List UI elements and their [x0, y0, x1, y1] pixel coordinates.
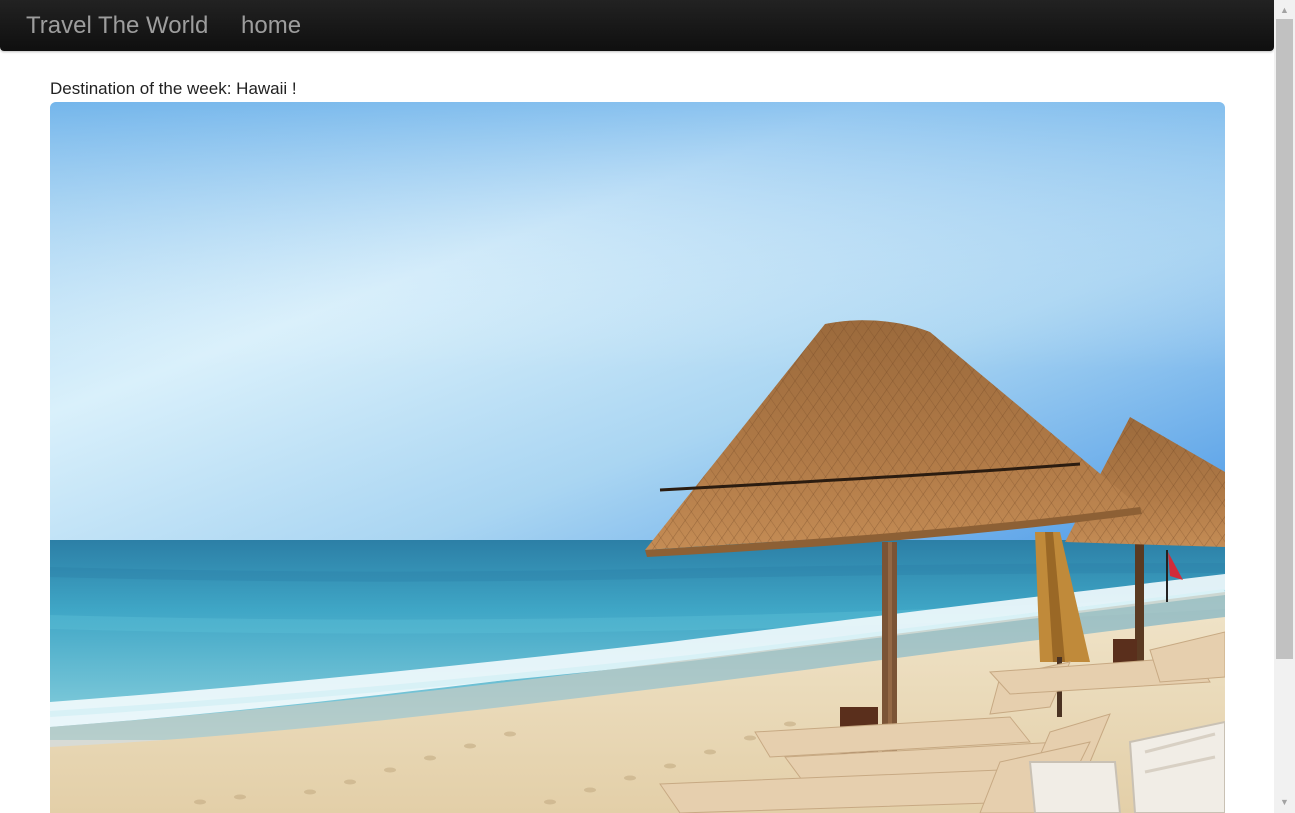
beach-photo-icon [50, 102, 1225, 813]
scroll-down-arrow-icon[interactable]: ▼ [1274, 794, 1295, 811]
vertical-scrollbar[interactable]: ▲ ▼ [1274, 0, 1295, 813]
scroll-up-arrow-icon[interactable]: ▲ [1274, 2, 1295, 19]
top-navbar: Travel The World home [0, 0, 1274, 51]
destination-headline: Destination of the week: Hawaii ! [50, 79, 297, 98]
nav-link-home[interactable]: home [241, 11, 301, 41]
scrollbar-thumb[interactable] [1276, 19, 1293, 659]
hero-beach-image [50, 102, 1225, 813]
browser-page: Travel The World home Destination of the… [0, 0, 1295, 813]
brand-link[interactable]: Travel The World [26, 11, 208, 41]
